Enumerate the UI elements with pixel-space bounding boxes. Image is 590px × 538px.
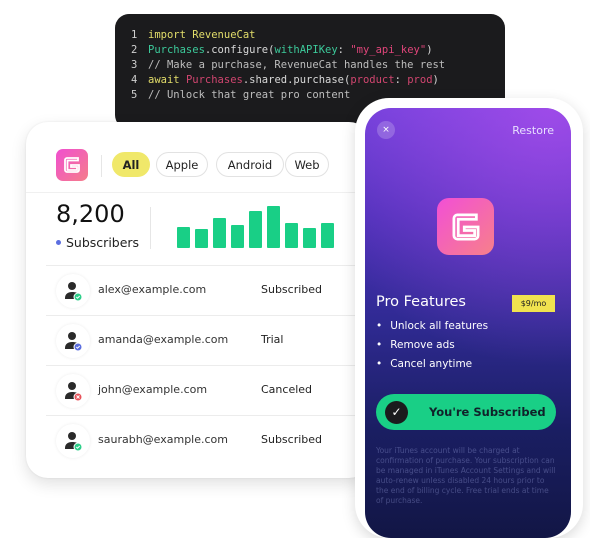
feature-item: • Cancel anytime — [376, 358, 472, 370]
chart-bar — [267, 206, 280, 248]
code-token: : — [337, 44, 351, 56]
subscribed-button[interactable]: ✓ You're Subscribed — [376, 394, 556, 430]
user-icon — [65, 332, 83, 352]
subscriber-row[interactable]: alex@example.com Subscribed — [46, 265, 376, 315]
chart-bar — [177, 227, 190, 248]
app-logo-icon — [452, 213, 479, 240]
feature-label: Cancel anytime — [390, 358, 473, 370]
user-icon — [65, 382, 83, 402]
code-line: 1 import RevenueCat — [131, 28, 505, 43]
app-logo — [56, 149, 88, 181]
paywall-app-logo — [437, 198, 494, 255]
line-number: 5 — [131, 89, 138, 101]
subscriber-email: amanda@example.com — [98, 333, 229, 346]
avatar — [56, 274, 90, 308]
code-token: Purchases — [148, 44, 205, 56]
line-number: 1 — [131, 29, 138, 41]
legend-dot — [56, 240, 61, 245]
line-number: 2 — [131, 44, 138, 56]
user-icon — [65, 432, 83, 452]
subscription-status: Trial — [261, 333, 284, 346]
chart-bar — [249, 210, 262, 248]
subscriber-count: 8,200 — [56, 200, 125, 228]
chart-bar — [213, 217, 226, 248]
subscriber-email: saurabh@example.com — [98, 433, 228, 446]
avatar — [56, 324, 90, 358]
paywall-title: Pro Features — [376, 294, 466, 310]
code-token: "my_api_key" — [350, 44, 427, 56]
code-token: ) — [426, 44, 433, 56]
code-token: product — [350, 74, 395, 86]
filter-chip-web[interactable]: Web — [285, 152, 329, 177]
code-token: // Unlock that great pro content — [148, 89, 351, 101]
bullet-icon: • — [376, 339, 383, 351]
subscriber-row[interactable]: saurabh@example.com Subscribed — [46, 415, 376, 465]
code-line: 3 // Make a purchase, RevenueCat handles … — [131, 58, 505, 73]
subscribers-dashboard-card: All Apple Android Web 8,200 Subscribers ale… — [26, 122, 376, 478]
filter-chip-apple[interactable]: Apple — [156, 152, 208, 177]
subscriber-bar-chart — [177, 204, 337, 248]
feature-item: • Remove ads — [376, 339, 455, 351]
code-token: // Make a purchase, RevenueCat handles t… — [148, 59, 446, 71]
avatar — [56, 424, 90, 458]
legal-text: Your iTunes account will be charged at c… — [376, 446, 556, 505]
bullet-icon: • — [376, 320, 383, 332]
chart-bar — [231, 224, 244, 248]
user-icon — [65, 282, 83, 302]
divider — [150, 207, 151, 249]
line-number: 4 — [131, 74, 138, 86]
subscription-status: Subscribed — [261, 433, 323, 446]
checkmark-icon: ✓ — [385, 400, 408, 424]
feature-label: Unlock all features — [390, 320, 489, 332]
divider — [101, 155, 102, 177]
feature-label: Remove ads — [390, 339, 455, 351]
divider — [26, 192, 371, 193]
code-token: prod — [407, 74, 433, 86]
code-line: 4 await Purchases.shared.purchase(product… — [131, 73, 505, 88]
subscriber-email: john@example.com — [98, 383, 208, 396]
subscription-status: Canceled — [261, 383, 313, 396]
price-badge: $9/mo — [512, 295, 555, 312]
code-line: 2 Purchases.configure(withAPIKey: "my_api… — [131, 43, 505, 58]
chart-bar — [285, 222, 298, 248]
chart-bar — [303, 228, 316, 248]
subscription-status: Subscribed — [261, 283, 323, 296]
subscriber-legend: Subscribers — [56, 235, 139, 250]
code-token: await — [148, 74, 186, 86]
filter-chip-all[interactable]: All — [112, 152, 150, 177]
app-logo-icon — [64, 157, 80, 173]
subscriber-row[interactable]: john@example.com Canceled — [46, 365, 376, 415]
close-button[interactable]: × — [377, 121, 395, 139]
code-token: RevenueCat — [192, 29, 256, 41]
subscriber-email: alex@example.com — [98, 283, 207, 296]
restore-button[interactable]: Restore — [512, 124, 554, 137]
code-token: .shared.purchase( — [242, 74, 351, 86]
filter-chip-android[interactable]: Android — [216, 152, 284, 177]
feature-item: • Unlock all features — [376, 320, 488, 332]
paywall-screen: × Restore Pro Features $9/mo • Unlock all… — [365, 108, 571, 538]
line-number: 3 — [131, 59, 138, 71]
code-token: configure( — [211, 44, 275, 56]
chart-bar — [195, 229, 208, 248]
code-token: ) — [432, 74, 439, 86]
code-token: : — [394, 74, 408, 86]
subscriber-row[interactable]: amanda@example.com Trial — [46, 315, 376, 365]
code-token: Purchases — [185, 74, 243, 86]
subscriber-label: Subscribers — [66, 235, 140, 250]
phone-mockup: × Restore Pro Features $9/mo • Unlock all… — [355, 98, 583, 538]
code-token: import — [148, 29, 193, 41]
avatar — [56, 374, 90, 408]
code-token: withAPIKey — [274, 44, 338, 56]
subscribed-button-label: You're Subscribed — [429, 405, 546, 419]
bullet-icon: • — [376, 358, 383, 370]
chart-bar — [321, 222, 334, 248]
